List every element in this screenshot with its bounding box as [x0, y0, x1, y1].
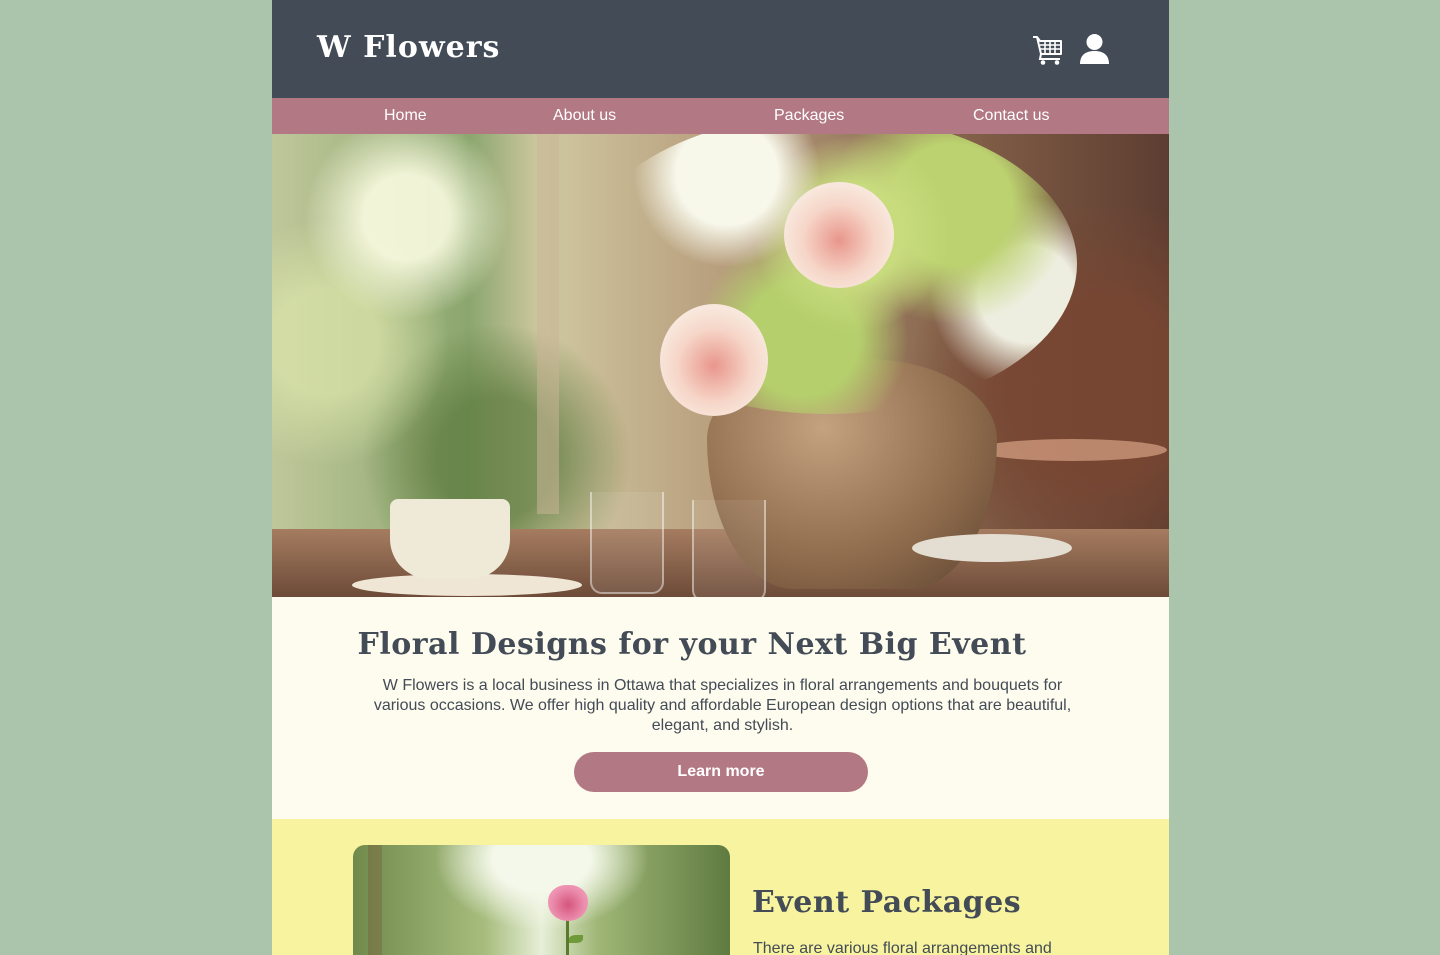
rose-photo: [353, 845, 730, 955]
nav-about-us[interactable]: About us: [553, 98, 616, 134]
nav-contact-us[interactable]: Contact us: [973, 98, 1049, 134]
main-nav: Home About us Packages Contact us: [272, 98, 1169, 134]
intro-description: W Flowers is a local business in Ottawa …: [373, 677, 1072, 734]
page: W Flowers Home About us Packages Contact…: [272, 0, 1169, 955]
intro-section: Floral Designs for your Next Big Event W…: [272, 597, 1169, 819]
intro-title: Floral Designs for your Next Big Event: [357, 627, 1027, 662]
brand-logo[interactable]: W Flowers: [317, 30, 500, 65]
hero-image: [272, 134, 1169, 597]
site-header: W Flowers: [272, 0, 1169, 98]
packages-description: There are various floral arrangements an…: [753, 940, 1052, 955]
packages-section: Event Packages There are various floral …: [272, 819, 1169, 955]
user-icon[interactable]: [1079, 33, 1110, 65]
teacup-image: [390, 499, 510, 579]
nav-packages[interactable]: Packages: [774, 98, 844, 134]
nav-home[interactable]: Home: [384, 98, 427, 134]
learn-more-button[interactable]: Learn more: [574, 752, 868, 792]
packages-title: Event Packages: [752, 885, 1022, 920]
cart-icon[interactable]: [1032, 34, 1062, 66]
